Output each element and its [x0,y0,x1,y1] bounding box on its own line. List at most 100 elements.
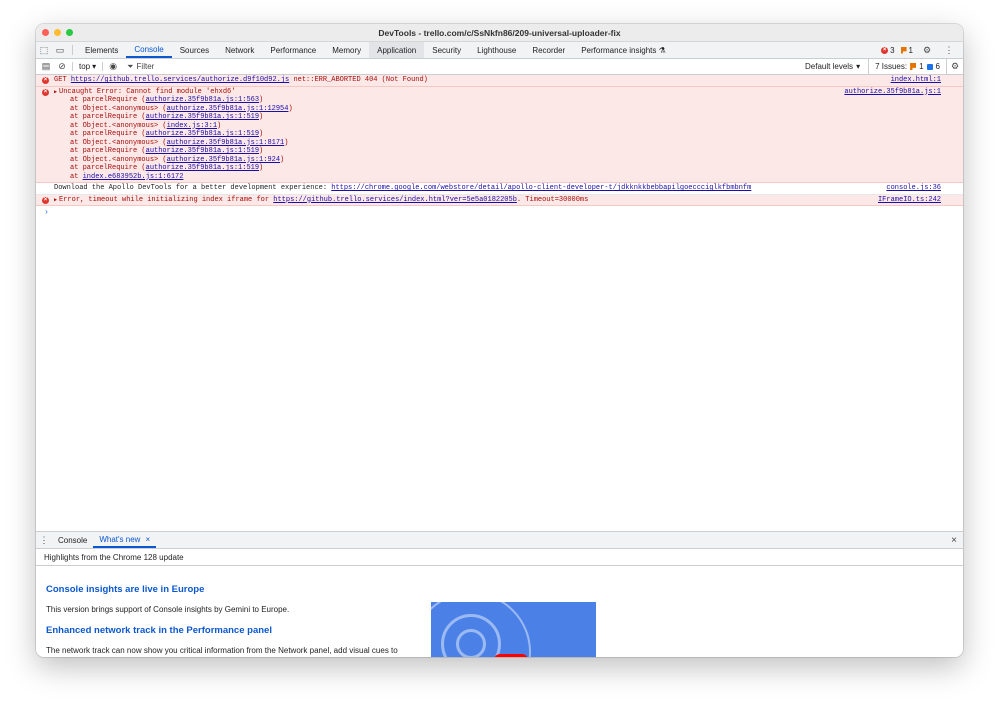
devtools-window: DevTools - trello.com/c/SsNkfn86/209-uni… [36,24,963,657]
frame-link[interactable]: authorize.35f9b81a.js:1:924 [167,156,280,164]
news-heading-console-insights[interactable]: Console insights are live in Europe [46,584,963,595]
stack-frame: at Object.<anonymous> (index.js:3:1) [70,122,941,131]
message-text-suffix: . Timeout=30000ms [516,195,589,204]
chevron-down-icon: ▾ [856,62,861,71]
frame-link[interactable]: authorize.35f9b81a.js:1:8171 [167,139,285,147]
error-icon: × [881,46,889,54]
frame-text: ) [217,121,222,130]
close-tab-icon[interactable]: × [145,535,150,544]
bottom-drawer: ⋮ Console What's new × × Highlights from… [36,531,963,657]
frame-link[interactable]: index.e683952b.js:1:6172 [83,173,184,181]
settings-gear-icon[interactable]: ⚙ [919,45,935,56]
error-icon: × [42,196,49,204]
context-value: top [79,62,91,71]
tab-lighthouse[interactable]: Lighthouse [469,42,524,58]
frame-text: at Object.<anonymous> ( [70,121,167,130]
stack-frame: at Object.<anonymous> (authorize.35f9b81… [70,139,941,148]
highlights-header: Highlights from the Chrome 128 update [36,549,963,566]
frame-text: ) [259,164,264,172]
console-settings-gear-icon[interactable]: ⚙ [947,61,963,72]
clear-console-icon[interactable]: ⊘ [56,61,68,72]
source-link[interactable]: IFrameIO.ts:242 [878,196,941,205]
stack-frame: at parcelRequire (authorize.35f9b81a.js:… [70,130,941,139]
chrome-logo-large-ring [431,602,531,657]
frame-text: at Object.<anonymous> ( [70,155,167,164]
error-counter[interactable]: × 3 [881,45,895,55]
tab-performance[interactable]: Performance [262,42,324,58]
video-thumbnail[interactable]: new [431,602,596,657]
tab-recorder[interactable]: Recorder [524,42,573,58]
frame-text: ) [259,130,264,138]
source-link[interactable]: authorize.35f9b81a.js:1 [844,88,941,97]
whats-new-content: Console insights are live in Europe This… [36,584,963,657]
device-toolbar-icon[interactable]: ▭ [52,42,68,58]
stack-frame: at parcelRequire (authorize.35f9b81a.js:… [70,113,941,122]
toolbar-right: Default levels ▾ 7 Issues: 1 6 ⚙ [797,59,963,74]
warning-count: 1 [908,45,913,55]
console-output: × GET https://github.trello.services/aut… [36,75,963,217]
filter-input[interactable]: ⏷ Filter [123,62,154,72]
frame-link[interactable]: authorize.35f9b81a.js:1:519 [146,113,259,121]
drawer-tab-label: What's new [99,534,141,544]
live-expression-eye-icon[interactable]: ◉ [107,61,119,72]
frame-text: ) [280,155,285,164]
frame-link[interactable]: authorize.35f9b81a.js:1:563 [146,96,259,104]
request-method: GET [54,76,67,84]
issues-button[interactable]: 7 Issues: 1 6 [869,59,947,74]
frame-text: ) [259,96,264,104]
drawer-tab-whats-new[interactable]: What's new × [93,532,157,548]
stack-frame: at parcelRequire (authorize.35f9b81a.js:… [70,164,941,173]
frame-link[interactable]: authorize.35f9b81a.js:1:12954 [167,105,289,113]
warning-counter[interactable]: 1 [900,45,913,55]
frame-link[interactable]: authorize.35f9b81a.js:1:519 [146,147,259,155]
tab-sources[interactable]: Sources [172,42,217,58]
tab-application[interactable]: Application [369,42,425,58]
frame-text: at parcelRequire ( [70,130,146,138]
tab-performance-insights[interactable]: Performance insights ⚗ [573,42,674,58]
iframe-url-link[interactable]: https://github.trello.services/index.htm… [273,196,517,204]
issues-warn-count: 1 [919,62,924,71]
panel-tab-bar: ⬚ ▭ Elements Console Sources Network Per… [36,42,963,59]
inspect-element-icon[interactable]: ⬚ [36,42,52,58]
tab-console[interactable]: Console [126,42,172,58]
error-count: 3 [890,45,895,55]
source-link[interactable]: index.html:1 [891,76,941,85]
console-message-404: × GET https://github.trello.services/aut… [36,75,963,87]
title-bar: DevTools - trello.com/c/SsNkfn86/209-uni… [36,24,963,42]
frame-text: at parcelRequire ( [70,96,146,104]
close-drawer-icon[interactable]: × [945,532,963,548]
status-counters: × 3 1 ⚙ ⋮ [881,42,963,58]
video-label: new [543,656,572,657]
expand-triangle-icon[interactable]: ▶ [54,89,57,95]
more-menu-icon[interactable]: ⋮ [941,45,957,56]
stack-frame: at Object.<anonymous> (authorize.35f9b81… [70,156,941,165]
tab-network[interactable]: Network [217,42,262,58]
divider [72,45,73,55]
stack-frame: at parcelRequire (authorize.35f9b81a.js:… [70,96,941,105]
console-toolbar: ▤ ⊘ top ▾ ◉ ⏷ Filter Default levels ▾ 7 … [36,59,963,75]
context-selector[interactable]: top ▾ [72,62,104,71]
frame-text: ) [284,138,289,147]
play-video-icon[interactable] [494,654,528,657]
apollo-webstore-link[interactable]: https://chrome.google.com/webstore/detai… [331,184,751,192]
console-prompt-input[interactable]: › [36,208,963,217]
drawer-tab-console[interactable]: Console [52,532,93,548]
drawer-menu-icon[interactable]: ⋮ [36,532,52,548]
tab-security[interactable]: Security [424,42,469,58]
request-url-link[interactable]: https://github.trello.services/authorize… [71,76,289,84]
stack-frame: at index.e683952b.js:1:6172 [70,173,941,182]
frame-text: ) [259,113,264,121]
frame-link[interactable]: authorize.35f9b81a.js:1:519 [146,130,259,138]
sidebar-toggle-icon[interactable]: ▤ [40,61,52,72]
tab-elements[interactable]: Elements [77,42,126,58]
tab-memory[interactable]: Memory [324,42,369,58]
console-message-uncaught-error: × ▶ Uncaught Error: Cannot find module 'e… [36,86,963,183]
frame-text: at [70,172,83,181]
frame-link[interactable]: index.js:3:1 [167,122,217,130]
filter-funnel-icon: ⏷ [127,61,134,71]
source-link[interactable]: console.js:36 [886,184,941,193]
log-levels-dropdown[interactable]: Default levels ▾ [797,59,870,74]
expand-triangle-icon[interactable]: ▶ [54,197,57,203]
chevron-down-icon: ▾ [92,62,97,71]
frame-link[interactable]: authorize.35f9b81a.js:1:519 [146,164,259,172]
